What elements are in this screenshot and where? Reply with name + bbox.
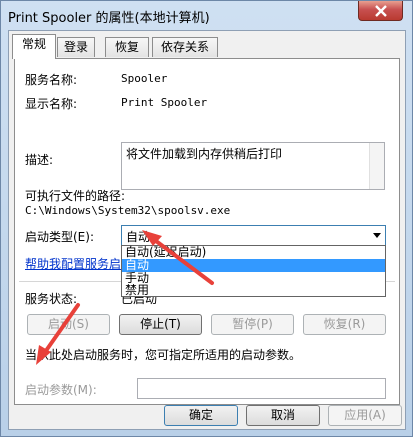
exe-path-value: C:\Windows\System32\spoolsv.exe [25,204,231,217]
tab-general[interactable]: 常规 [12,34,56,59]
tab-general-label: 常规 [21,37,46,51]
start-params-input[interactable] [137,378,386,399]
general-panel: 服务名称: Spooler 显示名称: Print Spooler 描述: 将文… [14,58,400,405]
service-name-label: 服务名称: [25,73,78,87]
tab-dependencies-label: 依存关系 [160,40,209,54]
tab-recovery-label: 恢复 [114,40,139,54]
description-text: 将文件加载到内存供稍后打印 [126,147,283,161]
service-status-label: 服务状态: [25,292,78,306]
help-configure-link[interactable]: 帮助我配置服务启动 [25,255,133,272]
option-auto[interactable]: 自动 [122,259,385,272]
properties-window: Print Spooler 的属性(本地计算机) 常规 登录 恢复 依存关系 服… [0,0,413,437]
description-label: 描述: [25,153,54,167]
pause-button[interactable]: 暂停(P) [211,314,294,335]
start-button[interactable]: 启动(S) [27,314,110,335]
startup-type-label: 启动类型(E): [25,230,94,244]
start-hint-text: 当从此处启动服务时，您可指定所适用的启动参数。 [25,348,302,362]
window-title: Print Spooler 的属性(本地计算机) [8,11,210,26]
cancel-button[interactable]: 取消 [246,405,320,426]
dialog-client: 常规 登录 恢复 依存关系 服务名称: Spooler 显示名称: Print … [8,30,406,430]
tab-logon-label: 登录 [63,40,88,54]
chevron-down-icon [373,233,381,238]
start-params-label: 启动参数(M): [25,383,97,397]
title-bar[interactable]: Print Spooler 的属性(本地计算机) [1,1,412,30]
startup-type-value: 自动 [126,230,151,244]
option-auto-delayed[interactable]: 自动(延迟启动) [122,246,385,259]
display-name-value: Print Spooler [121,96,208,109]
startup-type-select[interactable]: 自动 [121,225,386,246]
display-name-label: 显示名称: [25,97,78,111]
stop-button[interactable]: 停止(T) [119,314,202,335]
resume-button[interactable]: 恢复(R) [303,314,386,335]
tab-dependencies[interactable]: 依存关系 [152,37,218,57]
tab-logon[interactable]: 登录 [57,37,95,57]
tab-recovery[interactable]: 恢复 [105,37,149,57]
service-name-value: Spooler [121,72,168,85]
startup-type-dropdown: 自动(延迟启动) 自动 手动 禁用 [121,245,386,297]
exe-path-label: 可执行文件的路径: [25,189,126,203]
description-scrollbar[interactable] [369,143,384,189]
close-button[interactable] [358,1,403,21]
apply-button[interactable]: 应用(A) [328,405,402,426]
ok-button[interactable]: 确定 [164,405,238,426]
close-icon [375,5,387,17]
option-disabled[interactable]: 禁用 [122,284,385,297]
description-box[interactable]: 将文件加载到内存供稍后打印 [121,142,385,190]
